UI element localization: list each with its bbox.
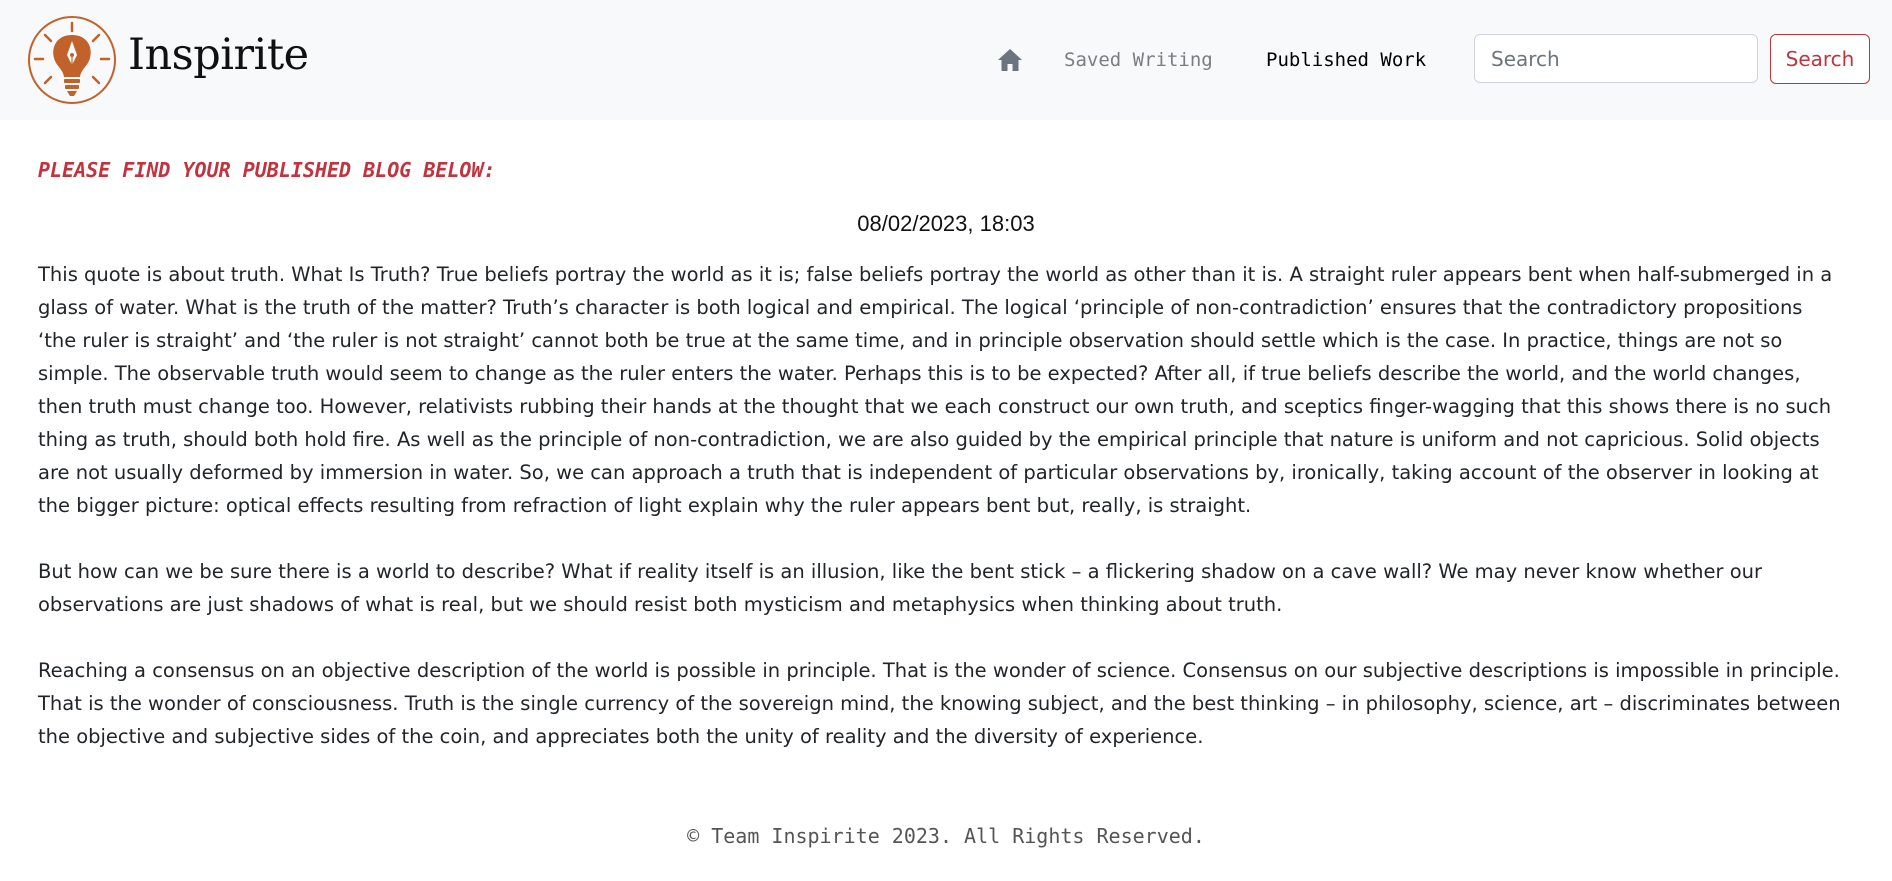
nav-published-work[interactable]: Published Work xyxy=(1266,48,1426,72)
brand-name: Inspirite xyxy=(128,30,309,80)
publish-date: 08/02/2023, 18:03 xyxy=(857,211,1035,236)
footer-copyright: © Team Inspirite 2023. All Rights Reserv… xyxy=(687,824,1205,848)
blog-paragraph: This quote is about truth. What Is Truth… xyxy=(38,263,1833,517)
blog-paragraph: But how can we be sure there is a world … xyxy=(38,560,1763,616)
navbar: Inspirite Saved Writing Published Work S… xyxy=(0,0,1892,120)
blog-content: This quote is about truth. What Is Truth… xyxy=(38,258,1844,786)
page-heading: PLEASE FIND YOUR PUBLISHED BLOG BELOW: xyxy=(38,158,496,182)
lightbulb-pen-logo-icon xyxy=(28,16,116,104)
home-icon[interactable] xyxy=(997,48,1023,72)
search-input[interactable] xyxy=(1474,34,1758,83)
brand-link[interactable]: Inspirite xyxy=(27,15,309,105)
nav-saved-writing[interactable]: Saved Writing xyxy=(1064,48,1213,72)
search-button[interactable]: Search xyxy=(1770,34,1870,84)
blog-paragraph: Reaching a consensus on an objective des… xyxy=(38,659,1841,748)
